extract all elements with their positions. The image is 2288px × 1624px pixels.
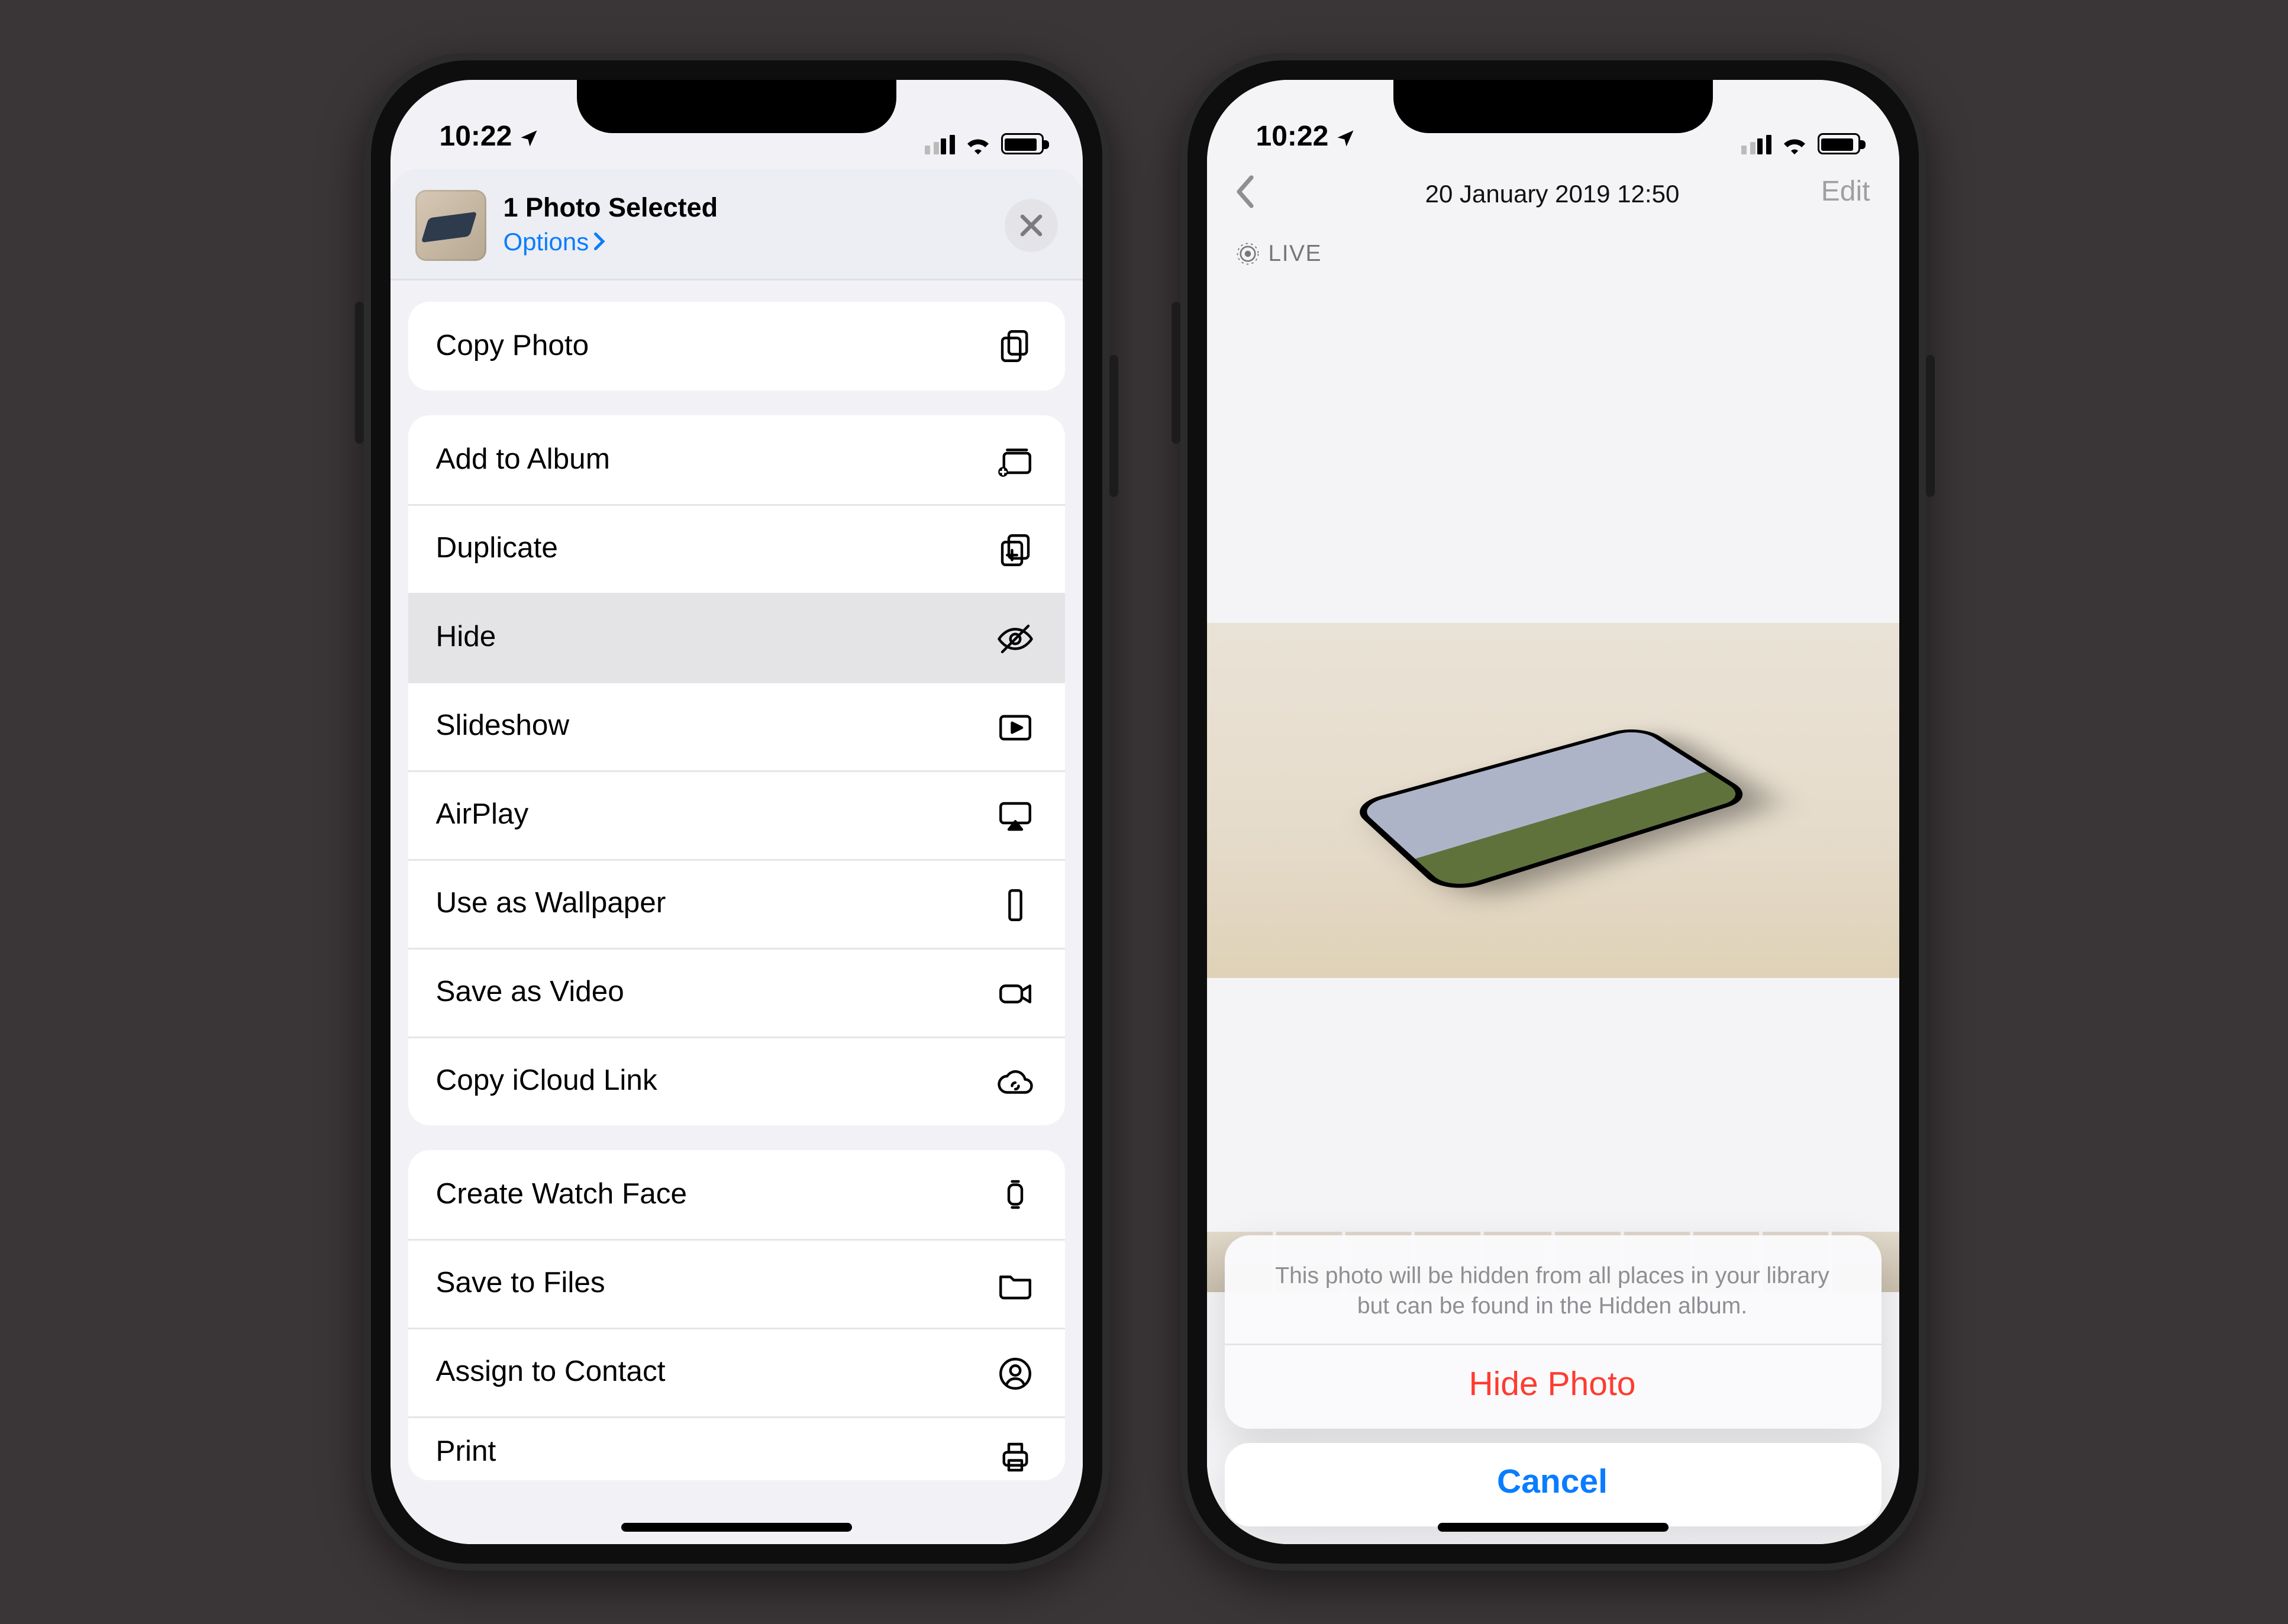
row-label: Save as Video (436, 976, 624, 1010)
save-as-video-row[interactable]: Save as Video (408, 948, 1064, 1037)
row-label: Copy Photo (436, 330, 589, 363)
location-icon (1335, 128, 1357, 149)
live-badge: LIVE (1235, 240, 1322, 266)
selection-thumbnail[interactable] (415, 190, 486, 261)
eye-slash-icon (993, 617, 1036, 660)
row-label: Save to Files (436, 1267, 605, 1301)
status-time: 10:22 (440, 122, 541, 154)
battery-icon (1001, 133, 1043, 154)
folder-icon (993, 1263, 1036, 1306)
hide-row[interactable]: Hide (408, 593, 1064, 682)
wifi-icon (1780, 133, 1808, 154)
cloud-link-icon (993, 1061, 1036, 1103)
albums-add-icon (993, 438, 1036, 481)
status-time-text: 10:22 (1256, 122, 1329, 154)
home-indicator[interactable] (621, 1523, 851, 1532)
share-sheet: 1 Photo Selected Options Copy (390, 169, 1082, 1544)
action-group-2: Create Watch Face Save to Files (408, 1150, 1064, 1480)
copy-icloud-link-row[interactable]: Copy iCloud Link (408, 1037, 1064, 1125)
home-indicator[interactable] (1437, 1523, 1668, 1532)
close-icon (1018, 213, 1043, 238)
contact-icon (993, 1352, 1036, 1394)
action-group-1: Add to Album Duplicate Hid (408, 415, 1064, 1125)
airplay-row[interactable]: AirPlay (408, 770, 1064, 859)
photo-nav-bar: 20 January 2019 12:50 Edit (1206, 158, 1899, 229)
share-sheet-header: 1 Photo Selected Options (390, 169, 1082, 280)
chevron-left-icon (1231, 173, 1256, 209)
use-as-wallpaper-row[interactable]: Use as Wallpaper (408, 859, 1064, 948)
row-label: Assign to Contact (436, 1356, 666, 1390)
battery-icon (1817, 133, 1860, 154)
row-label: Print (436, 1436, 496, 1470)
row-label: Slideshow (436, 710, 570, 744)
status-time: 10:22 (1256, 122, 1357, 154)
phone-outline-icon (993, 883, 1036, 926)
duplicate-icon (993, 528, 1036, 571)
close-button[interactable] (1004, 199, 1057, 252)
add-to-album-row[interactable]: Add to Album (408, 415, 1064, 504)
photo-preview[interactable] (1206, 623, 1899, 978)
row-label: Add to Album (436, 443, 610, 477)
row-label: Create Watch Face (436, 1178, 688, 1212)
copy-photo-row[interactable]: Copy Photo (408, 302, 1064, 390)
video-icon (993, 972, 1036, 1015)
row-label: Copy iCloud Link (436, 1065, 657, 1099)
assign-to-contact-row[interactable]: Assign to Contact (408, 1328, 1064, 1416)
hide-photo-button[interactable]: Hide Photo (1224, 1345, 1881, 1429)
row-label: AirPlay (436, 799, 529, 832)
row-label: Duplicate (436, 532, 558, 566)
edit-button[interactable]: Edit (1821, 177, 1870, 209)
status-time-text: 10:22 (440, 122, 512, 154)
signal-icon (925, 134, 954, 154)
sheet-title: 1 Photo Selected (504, 193, 718, 223)
live-icon (1235, 241, 1260, 266)
save-to-files-row[interactable]: Save to Files (408, 1239, 1064, 1328)
notch (1393, 80, 1712, 133)
back-button[interactable] (1231, 173, 1256, 214)
cancel-button[interactable]: Cancel (1224, 1443, 1881, 1526)
watch-icon (993, 1173, 1036, 1216)
photo-subject-phone (1347, 724, 1756, 895)
signal-icon (1741, 134, 1771, 154)
print-row[interactable]: Print (408, 1416, 1064, 1480)
slideshow-row[interactable]: Slideshow (408, 682, 1064, 770)
action-group-0: Copy Photo (408, 302, 1064, 390)
device-left: 10:22 1 Photo Selected Options (363, 53, 1109, 1571)
device-right: 10:22 20 January 2019 12:50 Edit (1180, 53, 1925, 1571)
duplicate-row[interactable]: Duplicate (408, 504, 1064, 593)
row-label: Hide (436, 621, 496, 655)
airplay-icon (993, 795, 1036, 837)
play-rect-icon (993, 706, 1036, 748)
printer-icon (993, 1436, 1036, 1478)
action-sheet-message: This photo will be hidden from all place… (1224, 1235, 1881, 1345)
wifi-icon (963, 133, 992, 154)
options-link[interactable]: Options (504, 227, 607, 255)
row-label: Use as Wallpaper (436, 887, 666, 921)
live-label: LIVE (1269, 240, 1322, 266)
action-sheet: This photo will be hidden from all place… (1224, 1235, 1881, 1526)
chevron-right-icon (592, 232, 606, 250)
create-watch-face-row[interactable]: Create Watch Face (408, 1150, 1064, 1239)
photo-date-title: 20 January 2019 12:50 (1425, 179, 1680, 208)
notch (576, 80, 896, 133)
copy-docs-icon (993, 325, 1036, 367)
location-icon (519, 128, 540, 149)
